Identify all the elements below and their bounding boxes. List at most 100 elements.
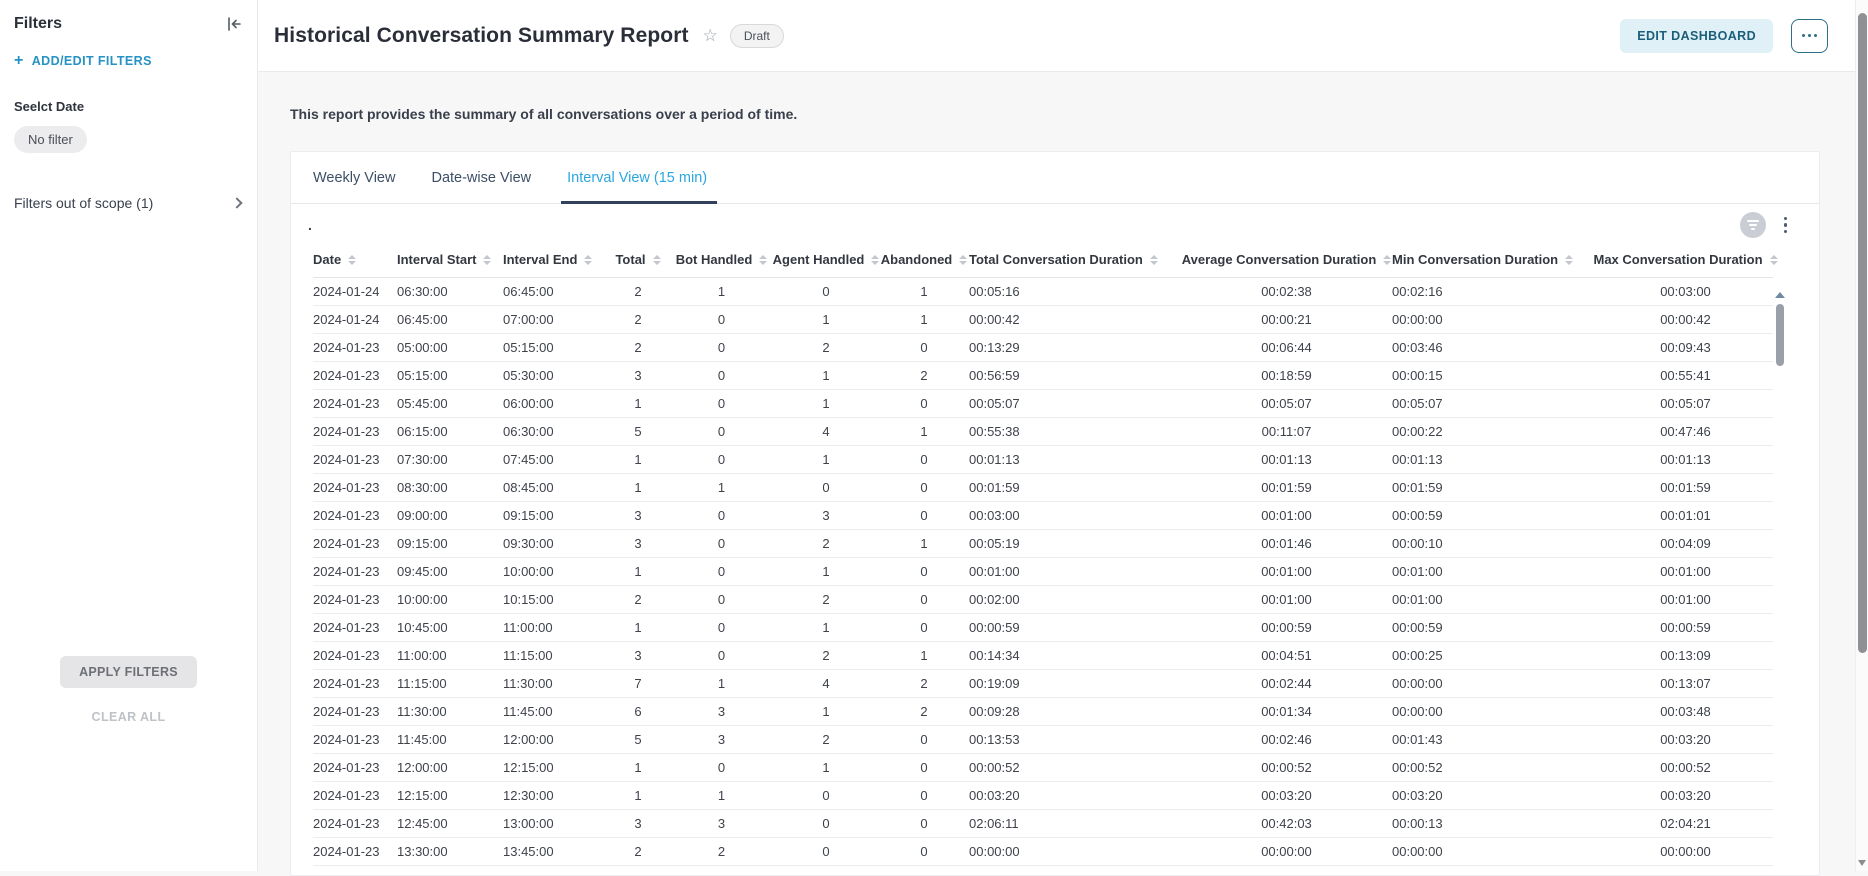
scroll-up-arrow-icon[interactable] — [1775, 292, 1785, 298]
table-cell: 2024-01-23 — [313, 508, 397, 523]
table-cell: 0 — [670, 396, 773, 411]
table-cell: 11:30:00 — [503, 676, 606, 691]
table-cell: 1 — [773, 620, 879, 635]
table-cell: 1 — [773, 564, 879, 579]
table-cell: 05:30:00 — [503, 368, 606, 383]
sort-icon — [1565, 255, 1573, 265]
column-header-date[interactable]: Date — [313, 246, 397, 277]
edit-dashboard-button[interactable]: EDIT DASHBOARD — [1620, 19, 1773, 53]
table-cell: 00:13:09 — [1598, 648, 1773, 663]
topbar: Historical Conversation Summary Report D… — [258, 0, 1868, 72]
filters-out-of-scope-label: Filters out of scope (1) — [14, 195, 153, 211]
table-cell: 2024-01-24 — [313, 312, 397, 327]
table-cell: 1 — [606, 564, 670, 579]
table-cell: 00:03:48 — [1598, 704, 1773, 719]
table-cell: 00:00:25 — [1392, 648, 1598, 663]
add-edit-filters-label: ADD/EDIT FILTERS — [32, 54, 152, 68]
column-header-total[interactable]: Total — [606, 246, 670, 277]
tab-date-wise-view[interactable]: Date-wise View — [429, 152, 533, 203]
column-header-bot-handled[interactable]: Bot Handled — [670, 246, 773, 277]
table-scrollbar-thumb[interactable] — [1776, 304, 1784, 366]
table-cell: 00:02:46 — [1181, 732, 1392, 747]
table-cell: 00:00:10 — [1392, 536, 1598, 551]
table-cell: 00:01:00 — [1392, 592, 1598, 607]
table-cell: 2 — [606, 592, 670, 607]
table-cell: 0 — [879, 816, 969, 831]
table-cell: 12:15:00 — [503, 760, 606, 775]
table-cell: 05:45:00 — [397, 396, 503, 411]
table-cell: 00:05:07 — [969, 396, 1181, 411]
table-cell: 00:03:46 — [1392, 340, 1598, 355]
table-cell: 00:00:00 — [1392, 676, 1598, 691]
add-edit-filters-button[interactable]: + ADD/EDIT FILTERS — [14, 53, 243, 69]
dot-icon — [1814, 34, 1817, 37]
table-filter-icon[interactable] — [1740, 212, 1766, 238]
column-header-label: Bot Handled — [676, 252, 753, 267]
table-cell: 2024-01-23 — [313, 480, 397, 495]
table-cell: 00:05:07 — [1598, 396, 1773, 411]
table-cell: 2024-01-23 — [313, 424, 397, 439]
table-cell: 2 — [773, 340, 879, 355]
apply-filters-button[interactable]: APPLY FILTERS — [60, 656, 197, 688]
plus-icon: + — [14, 53, 24, 69]
table-cell: 11:00:00 — [397, 648, 503, 663]
table-cell: 00:00:13 — [1392, 816, 1598, 831]
table-cell: 00:00:59 — [1598, 620, 1773, 635]
column-header-agent-handled[interactable]: Agent Handled — [773, 246, 879, 277]
column-header-abandoned[interactable]: Abandoned — [879, 246, 969, 277]
table-row: 2024-01-2306:15:0006:30:00504100:55:3800… — [313, 418, 1773, 446]
table-cell: 2024-01-23 — [313, 452, 397, 467]
table-cell: 0 — [879, 480, 969, 495]
table-cell: 07:45:00 — [503, 452, 606, 467]
table-cell: 08:30:00 — [397, 480, 503, 495]
sort-icon — [1770, 255, 1778, 265]
collapse-sidebar-icon[interactable] — [225, 16, 243, 32]
column-header-label: Max Conversation Duration — [1593, 252, 1762, 267]
column-header-interval-end[interactable]: Interval End — [503, 246, 606, 277]
table-cell: 2024-01-24 — [313, 284, 397, 299]
table-cell: 00:01:59 — [1392, 480, 1598, 495]
table-cell: 0 — [670, 564, 773, 579]
table-cell: 09:30:00 — [503, 536, 606, 551]
sort-icon — [584, 255, 592, 265]
more-options-button[interactable] — [1791, 19, 1828, 53]
table-cell: 00:02:00 — [969, 592, 1181, 607]
table-kebab-menu-icon[interactable] — [1780, 215, 1792, 236]
table-cell: 09:15:00 — [503, 508, 606, 523]
table-cell: 00:00:59 — [1392, 508, 1598, 523]
table-cell: 00:01:00 — [1598, 592, 1773, 607]
table-cell: 00:01:46 — [1181, 536, 1392, 551]
table-cell: 10:00:00 — [397, 592, 503, 607]
column-header-interval-start[interactable]: Interval Start — [397, 246, 503, 277]
scroll-down-arrow-icon[interactable] — [1858, 860, 1866, 866]
tab-weekly-view[interactable]: Weekly View — [311, 152, 397, 203]
table-cell: 2024-01-23 — [313, 732, 397, 747]
table-cell: 00:55:41 — [1598, 368, 1773, 383]
page-scrollbar-thumb[interactable] — [1858, 13, 1867, 653]
table-cell: 1 — [879, 312, 969, 327]
table-cell: 00:03:20 — [1598, 732, 1773, 747]
tab-interval-view-15-min[interactable]: Interval View (15 min) — [565, 152, 709, 203]
table-cell: 0 — [879, 732, 969, 747]
column-header-label: Interval End — [503, 252, 577, 267]
table-cell: 3 — [606, 508, 670, 523]
table-cell: 1 — [606, 760, 670, 775]
clear-all-button[interactable]: CLEAR ALL — [92, 710, 166, 724]
table-cell: 1 — [773, 452, 879, 467]
table-cell: 1 — [879, 536, 969, 551]
column-header-min-conversation-duration[interactable]: Min Conversation Duration — [1392, 246, 1598, 277]
table-cell: 06:45:00 — [397, 312, 503, 327]
table-cell: 0 — [670, 424, 773, 439]
no-filter-chip[interactable]: No filter — [14, 126, 87, 153]
column-header-max-conversation-duration[interactable]: Max Conversation Duration — [1598, 246, 1773, 277]
column-header-total-conversation-duration[interactable]: Total Conversation Duration — [969, 246, 1181, 277]
table-cell: 2 — [606, 340, 670, 355]
table-cell: 11:00:00 — [503, 620, 606, 635]
table-cell: 1 — [773, 704, 879, 719]
filters-out-of-scope-row[interactable]: Filters out of scope (1) — [14, 195, 243, 211]
table-cell: 0 — [670, 312, 773, 327]
table-cell: 12:00:00 — [397, 760, 503, 775]
table-cell: 4 — [773, 424, 879, 439]
favorite-star-icon[interactable] — [703, 26, 718, 46]
column-header-average-conversation-duration[interactable]: Average Conversation Duration — [1181, 246, 1392, 277]
